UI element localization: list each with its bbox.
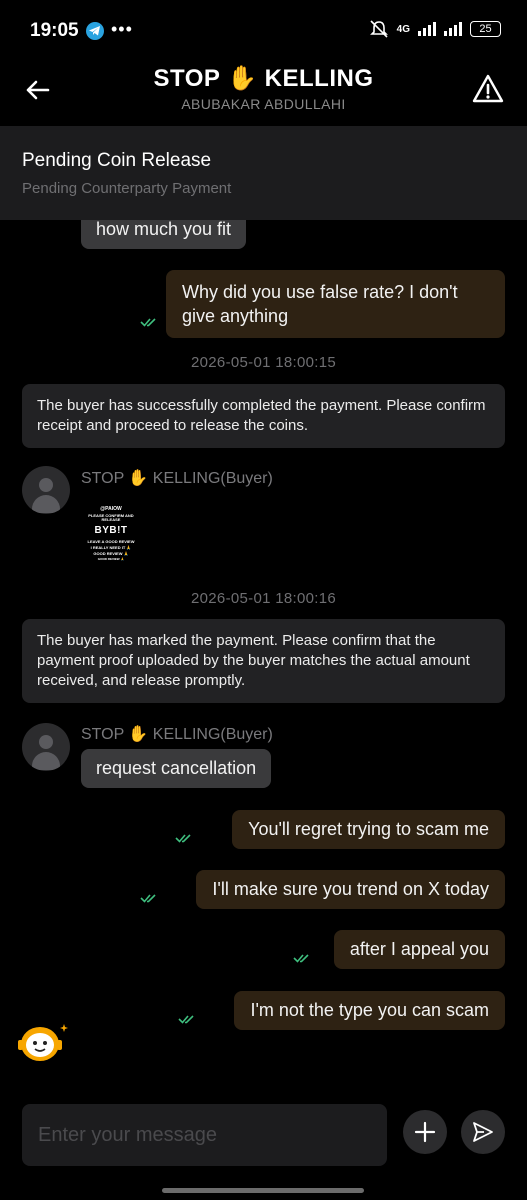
battery-level: 25 [479, 23, 492, 35]
more-notifications-icon: ••• [111, 19, 133, 39]
image-text: @PAIOW [100, 506, 122, 512]
outgoing-message: Why did you use false rate? I don't give… [166, 270, 505, 338]
read-check-icon [178, 1015, 194, 1024]
signal-icon-2 [444, 22, 462, 36]
read-check-icon [140, 894, 156, 903]
warning-icon[interactable] [471, 72, 505, 106]
system-message: The buyer has marked the payment. Please… [22, 619, 505, 703]
sender-name: STOP ✋ KELLING(Buyer) [81, 726, 273, 743]
outgoing-message: after I appeal you [333, 930, 505, 969]
read-check-icon [293, 954, 309, 963]
order-status-banner[interactable]: Pending Coin Release Pending Counterpart… [0, 126, 527, 220]
order-status: Pending Coin Release [22, 150, 212, 171]
message-input[interactable] [22, 1104, 387, 1166]
sender-name: STOP ✋ KELLING(Buyer) [81, 470, 273, 487]
outgoing-message: I'm not the type you can scam [234, 991, 505, 1030]
add-attachment-button[interactable] [403, 1110, 447, 1154]
image-text: I REALLY NEED IT 🙏 [90, 545, 132, 550]
chat-header: STOP ✋ KELLING ABUBAKAR ABDULLAHI [0, 60, 527, 126]
bybit-logo-text: BYB!T [94, 525, 128, 536]
image-text: PLEASE CONFIRM AND RELEASE [88, 513, 134, 522]
message-input-box[interactable] [22, 1104, 387, 1166]
image-text: GOOD REVIEW 🙏 [93, 551, 129, 556]
chat-title: STOP ✋ KELLING [153, 65, 374, 92]
support-bot-icon[interactable] [16, 1020, 68, 1064]
message-list[interactable]: how much you fit Why did you use false r… [0, 190, 527, 1085]
status-bar: 19:05 ••• 4G 25 [0, 0, 527, 60]
signal-icon [418, 22, 436, 36]
plus-icon [414, 1121, 436, 1143]
send-button[interactable] [461, 1110, 505, 1154]
outgoing-message: I'll make sure you trend on X today [196, 870, 505, 909]
image-text: LEAVE A GOOD REVIEW [87, 539, 135, 544]
battery-icon: 25 [470, 21, 501, 37]
mute-icon [369, 20, 388, 38]
outgoing-message: You'll regret trying to scam me [232, 810, 505, 849]
network-type: 4G [396, 23, 410, 35]
message-timestamp: 2026-05-01 18:00:15 [191, 354, 336, 371]
image-text: GOOD REVIEW 🙏 [97, 557, 125, 561]
chat-subtitle: ABUBAKAR ABDULLAHI [181, 96, 346, 112]
read-check-icon [175, 834, 191, 843]
payment-proof-image[interactable]: @PAIOW PLEASE CONFIRM AND RELEASE BYB!T … [81, 499, 141, 571]
status-time: 19:05 [30, 20, 79, 41]
order-sub-status: Pending Counterparty Payment [22, 180, 232, 197]
telegram-icon [86, 22, 104, 40]
send-icon [473, 1122, 493, 1142]
home-indicator[interactable] [162, 1188, 364, 1193]
avatar [22, 466, 70, 514]
incoming-message: request cancellation [81, 749, 272, 788]
avatar [22, 723, 70, 771]
system-message: The buyer has successfully completed the… [22, 384, 505, 448]
message-timestamp: 2026-05-01 18:00:16 [191, 590, 336, 607]
read-check-icon [140, 318, 156, 327]
